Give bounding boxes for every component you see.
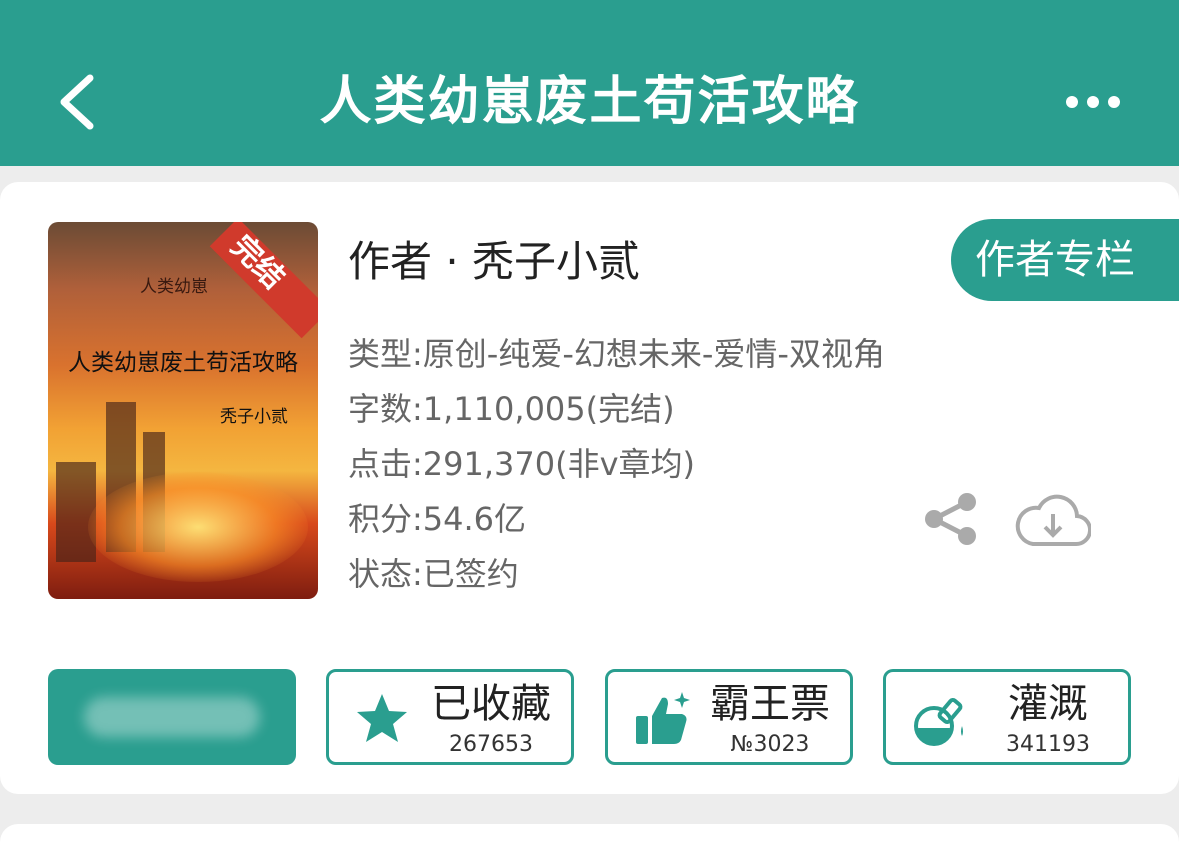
cloud-download-icon (1015, 494, 1093, 547)
flask-icon (914, 697, 963, 746)
cover-author: 秃子小贰 (220, 407, 288, 427)
more-dots-icon (1066, 96, 1120, 108)
water-button[interactable]: 灌溉 341193 (883, 669, 1131, 765)
book-word-count: 字数:1,110,005(完结) (348, 390, 675, 428)
share-button[interactable] (921, 491, 981, 547)
collect-label: 已收藏 (431, 681, 551, 727)
download-button[interactable] (1015, 490, 1093, 548)
book-score: 积分:54.6亿 (348, 500, 527, 538)
water-count: 341193 (1006, 732, 1090, 757)
top-navigation-bar: 人类幼崽废土苟活攻略 (0, 0, 1179, 166)
book-clicks: 点击:291,370(非v章均) (348, 445, 696, 483)
read-button[interactable] (48, 669, 296, 765)
page-title: 人类幼崽废土苟活攻略 (319, 72, 860, 132)
cover-small-text: 人类幼崽 (140, 277, 208, 297)
book-status: 状态:已签约 (348, 555, 519, 593)
cover-fire-glow (88, 472, 308, 582)
share-icon (925, 493, 976, 545)
vote-label: 霸王票 (710, 681, 830, 727)
vote-button[interactable]: 霸王票 №3023 (605, 669, 853, 765)
collect-button[interactable]: 已收藏 267653 (326, 669, 574, 765)
read-button-label-blurred (84, 697, 260, 737)
vote-count: №3023 (730, 732, 810, 757)
more-button[interactable] (1062, 88, 1124, 116)
book-type: 类型:原创-纯爱-幻想未来-爱情-双视角 (348, 335, 885, 373)
star-icon (357, 694, 407, 742)
cover-title: 人类幼崽废土苟活攻略 (68, 350, 298, 376)
author-column-button[interactable]: 作者专栏 (951, 219, 1179, 301)
cover-building (56, 462, 96, 562)
water-label: 灌溉 (1008, 681, 1088, 727)
thumbs-up-icon (636, 692, 690, 744)
collect-count: 267653 (449, 732, 533, 757)
next-section-card (0, 824, 1179, 862)
author-name[interactable]: 作者 · 秃子小贰 (348, 232, 640, 292)
